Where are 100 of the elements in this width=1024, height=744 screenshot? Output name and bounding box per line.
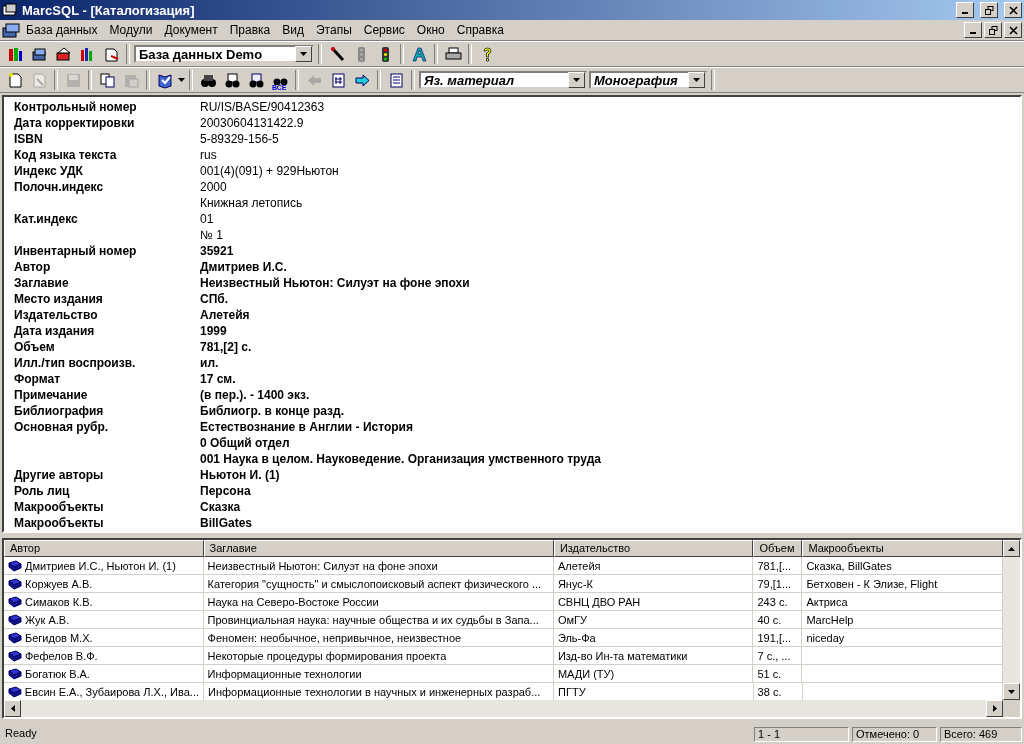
field-value: СПб. bbox=[200, 292, 229, 306]
field-value: Библиогр. в конце разд. bbox=[200, 404, 345, 418]
field-label: Роль лиц bbox=[14, 484, 70, 498]
type-select[interactable]: Монография bbox=[589, 71, 707, 89]
close-icon bbox=[1008, 5, 1018, 15]
book-icon bbox=[8, 667, 22, 680]
table-cell: Эль-Фа bbox=[557, 631, 596, 644]
menu-item[interactable]: Окно bbox=[410, 23, 451, 37]
field-label: Объем bbox=[14, 340, 55, 354]
field-label: Заглавие bbox=[14, 276, 69, 290]
horizontal-scrollbar[interactable] bbox=[4, 700, 1003, 717]
minimize-icon bbox=[962, 12, 968, 14]
table-cell: 243 с. bbox=[757, 595, 788, 608]
field-label: Полочн.индекс bbox=[14, 180, 104, 194]
menu-item[interactable]: Правка bbox=[223, 23, 277, 37]
vertical-scrollbar[interactable] bbox=[1003, 540, 1020, 700]
down-arrow-icon bbox=[1008, 689, 1015, 694]
menu-item[interactable]: Сервис bbox=[357, 23, 411, 37]
caret-icon bbox=[300, 52, 307, 56]
book-icon bbox=[8, 613, 22, 626]
table-cell: Провинциальная наука: научные общества и их судьбы в Запа... bbox=[207, 613, 539, 626]
table-cell: Сказка, BillGates bbox=[806, 559, 892, 572]
menu-item[interactable]: Модули bbox=[103, 23, 159, 37]
book-icon bbox=[8, 631, 22, 644]
table-cell: Фефелов В.Ф. bbox=[25, 649, 98, 662]
table-cell: niceday bbox=[806, 631, 845, 644]
material-select[interactable]: Яз. материал bbox=[419, 71, 587, 89]
book-icon bbox=[8, 559, 22, 572]
field-value: Сказка bbox=[200, 500, 241, 514]
book-icon bbox=[8, 577, 22, 590]
field-value: 20030604131422.9 bbox=[200, 116, 304, 130]
field-value: 17 см. bbox=[200, 372, 236, 386]
scroll-down-button[interactable] bbox=[1003, 683, 1020, 700]
book-icon bbox=[8, 649, 22, 662]
close-button[interactable] bbox=[1004, 22, 1022, 38]
close-icon bbox=[1008, 25, 1018, 35]
table-cell: ПГТУ bbox=[558, 685, 586, 698]
menu-item[interactable]: База данных bbox=[20, 23, 104, 37]
field-value: Дмитриев И.С. bbox=[200, 260, 287, 274]
field-label: Автор bbox=[14, 260, 51, 274]
field-label: ISBN bbox=[14, 132, 43, 146]
field-value: Книжная летопись bbox=[200, 196, 303, 210]
status-total: Всего: 469 bbox=[940, 726, 1022, 742]
close-button[interactable] bbox=[1004, 2, 1022, 18]
restore-button[interactable] bbox=[980, 2, 998, 18]
field-value: 781,[2] с. bbox=[200, 340, 252, 354]
field-value: Неизвестный Ньютон: Силуэт на фоне эпохи bbox=[200, 276, 470, 290]
database-icon[interactable] bbox=[2, 22, 20, 38]
scroll-left-button[interactable] bbox=[4, 700, 21, 717]
field-label: Макрообъекты bbox=[14, 516, 104, 530]
scroll-up-button[interactable] bbox=[1003, 540, 1020, 557]
table-cell: MarcHelp bbox=[806, 613, 854, 626]
field-label: Формат bbox=[14, 372, 60, 386]
field-value: Естествознание в Англии - История bbox=[200, 420, 413, 434]
scroll-right-button[interactable] bbox=[986, 700, 1003, 717]
table-cell: МАДИ (ТУ) bbox=[557, 667, 615, 680]
field-label: Илл./тип воспроизв. bbox=[14, 356, 136, 370]
table-cell: Алетейя bbox=[557, 559, 601, 572]
field-value: BillGates bbox=[200, 516, 253, 530]
field-value: rus bbox=[200, 148, 217, 162]
table-cell: 7 с., ... bbox=[757, 649, 791, 662]
menu-item[interactable]: Документ bbox=[158, 23, 224, 37]
table-cell: Категория "сущность" и смыслопоисковый аспект физического ... bbox=[207, 577, 542, 590]
minimize-button[interactable] bbox=[964, 22, 982, 38]
minimize-icon bbox=[970, 32, 976, 34]
column-header[interactable]: Автор bbox=[4, 540, 204, 557]
table-cell: Дмитриев И.С., Ньютон И. (1) bbox=[25, 559, 176, 572]
table-cell: Богатюк В.А. bbox=[25, 667, 90, 680]
table-cell: Актриса bbox=[806, 595, 848, 608]
column-header[interactable]: Издательство bbox=[553, 540, 754, 557]
menu-item[interactable]: Вид bbox=[276, 23, 310, 37]
restore-icon bbox=[984, 5, 994, 15]
book-icon bbox=[8, 685, 22, 698]
caret-icon[interactable] bbox=[178, 78, 185, 82]
menu-item[interactable]: Справка bbox=[450, 23, 510, 37]
field-label: Другие авторы bbox=[14, 468, 104, 482]
field-value: 001 Наука в целом. Науковедение. Организация умственного труда bbox=[200, 452, 601, 466]
column-header[interactable]: Объем bbox=[753, 540, 803, 557]
field-value: 01 bbox=[200, 212, 214, 226]
column-header[interactable]: Макрообъекты bbox=[802, 540, 1003, 557]
field-value: 1999 bbox=[200, 324, 227, 338]
field-value: Алетейя bbox=[200, 308, 250, 322]
table-cell: Изд-во Ин-та математики bbox=[557, 649, 688, 662]
table-cell: ОмГУ bbox=[557, 613, 587, 626]
field-label: Индекс УДК bbox=[14, 164, 83, 178]
field-value: № 1 bbox=[200, 228, 223, 242]
table-cell: Бетховен - К Элизе, Flight bbox=[806, 577, 938, 590]
restore-button[interactable] bbox=[984, 22, 1002, 38]
field-label: Дата издания bbox=[14, 324, 95, 338]
field-label: Кат.индекс bbox=[14, 212, 78, 226]
minimize-button[interactable] bbox=[956, 2, 974, 18]
restore-icon bbox=[988, 25, 998, 35]
table-cell: 191,[... bbox=[757, 631, 792, 644]
column-header[interactable]: Заглавие bbox=[203, 540, 554, 557]
field-label: Место издания bbox=[14, 292, 103, 306]
database-select[interactable]: База данных Demo bbox=[134, 45, 314, 63]
table-cell: Янус-К bbox=[557, 577, 593, 590]
menu-item[interactable]: Этапы bbox=[309, 23, 358, 37]
table-cell: 79,[1... bbox=[757, 577, 792, 590]
table-cell: Наука на Северо-Востоке России bbox=[207, 595, 379, 608]
